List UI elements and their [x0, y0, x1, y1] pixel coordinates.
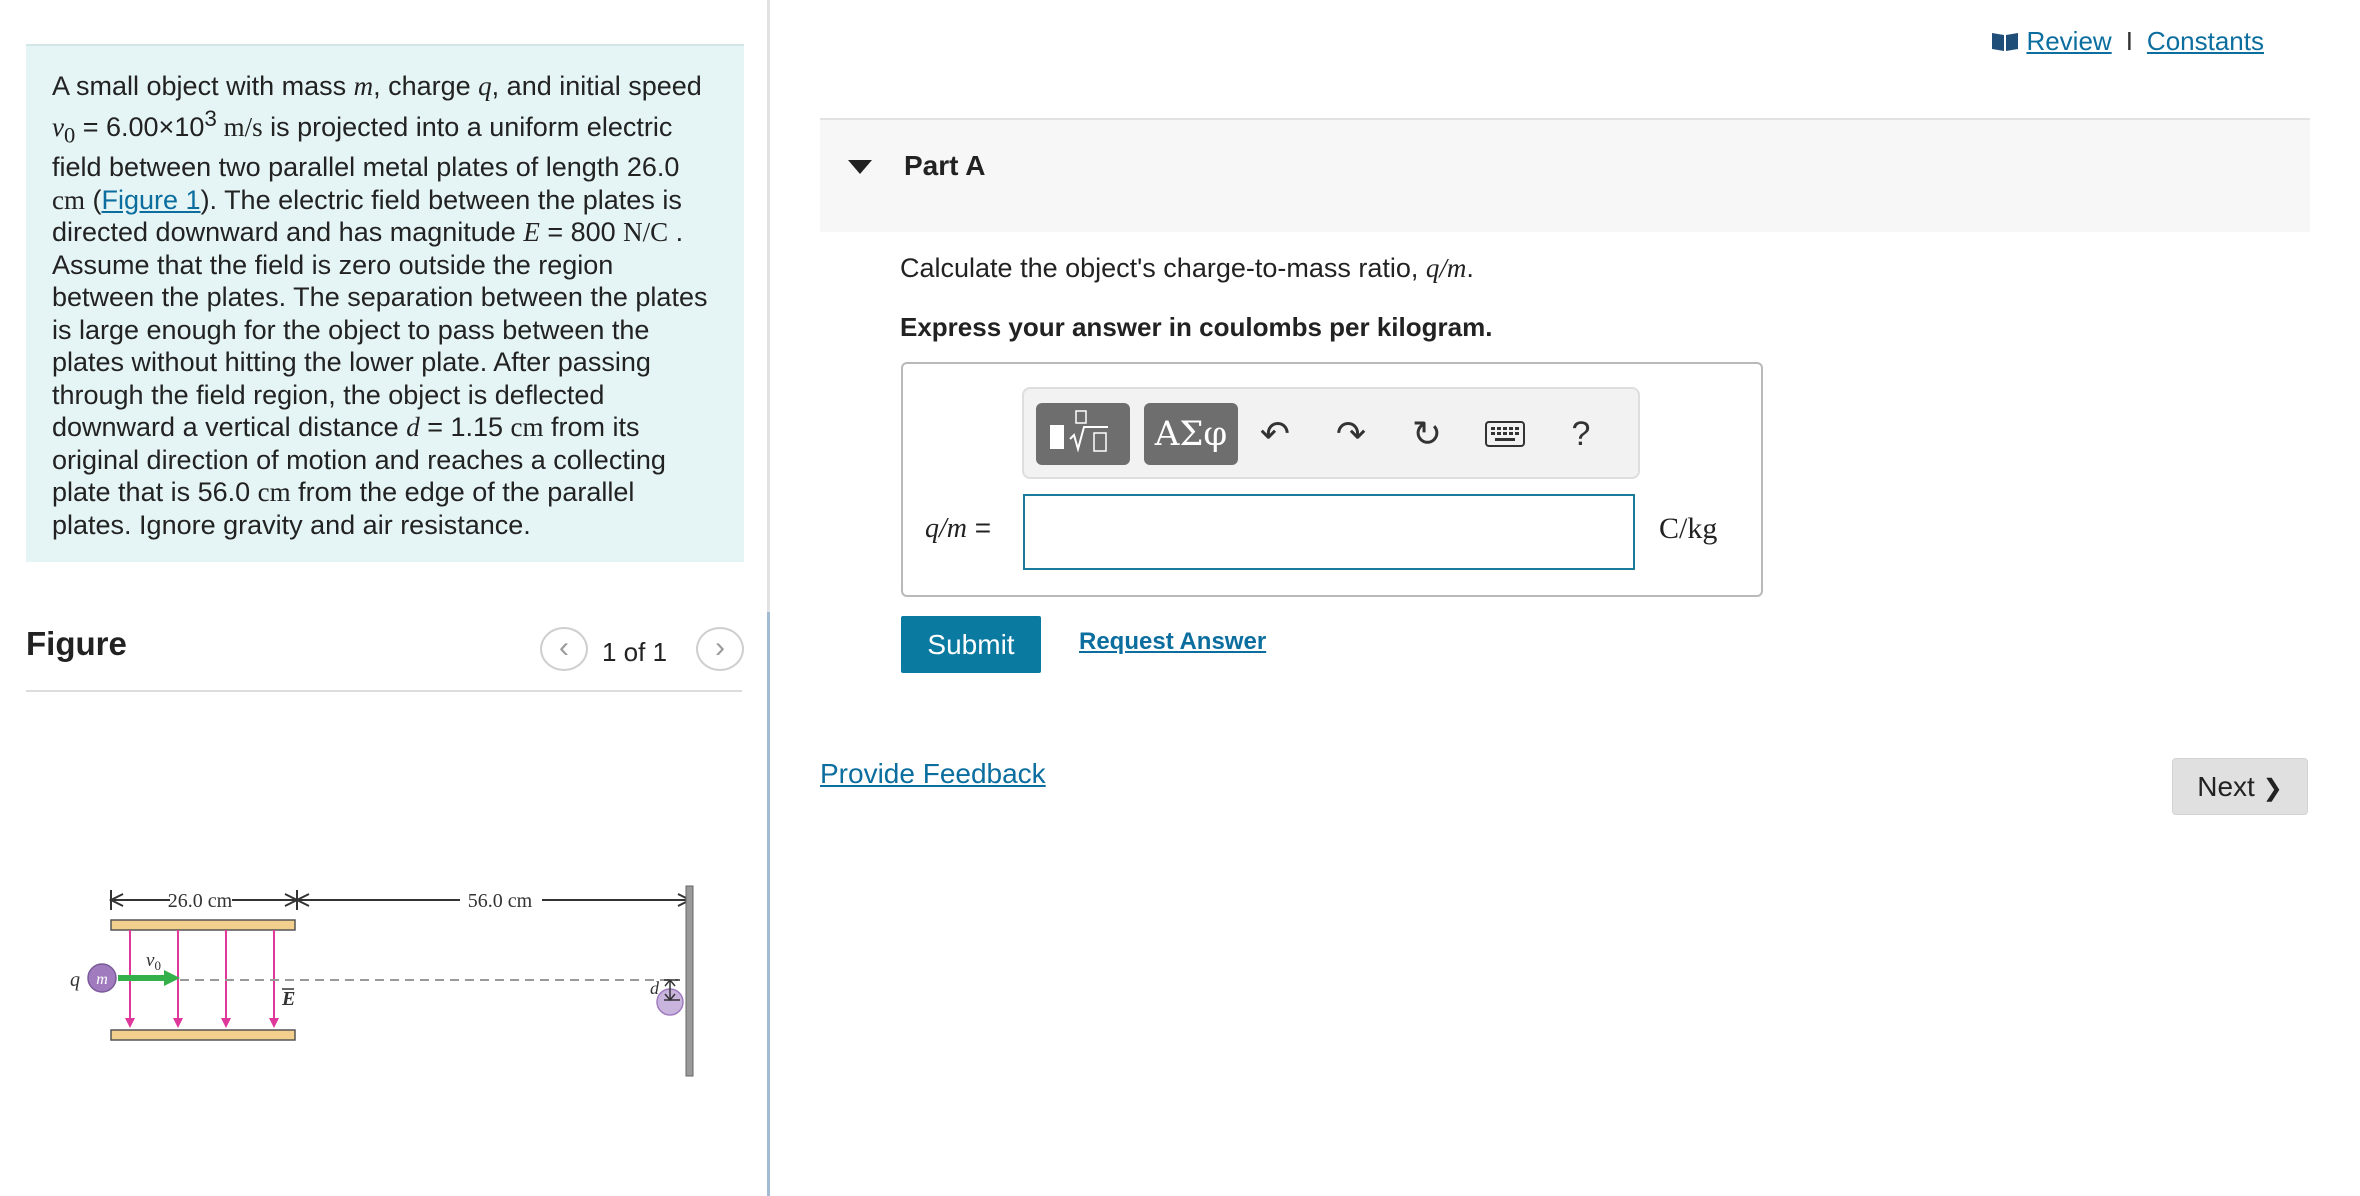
bottom-plate: [110, 1029, 296, 1041]
velocity-value: = 6.00×10: [75, 111, 205, 142]
field-unit: N/C: [623, 217, 669, 248]
question-end: .: [1466, 253, 1474, 283]
next-label: Next: [2197, 771, 2255, 802]
keyboard-icon[interactable]: [1480, 405, 1530, 463]
figure-header: Figure ‹ 1 of 1 ›: [26, 615, 744, 692]
answer-label: q/m =: [925, 512, 991, 545]
answer-unit: C/kg: [1659, 512, 1718, 545]
top-plate: [110, 919, 296, 931]
velocity-subscript: 0: [63, 121, 76, 147]
answer-label-math: q/m: [925, 513, 967, 544]
left-pane: A small object with mass m, charge q, an…: [0, 0, 770, 1196]
field-symbol: E: [523, 217, 540, 248]
velocity-symbol: v: [52, 111, 64, 142]
problem-text: A small object with mass: [52, 71, 354, 101]
distance-symbol: d: [406, 412, 420, 443]
field-label: E: [281, 988, 295, 1010]
chevron-right-icon: ❯: [2262, 775, 2283, 802]
problem-text: (: [85, 184, 102, 215]
unit-cm: cm: [510, 412, 544, 443]
request-answer-link[interactable]: Request Answer: [1079, 628, 1266, 656]
link-separator: I: [2125, 26, 2133, 56]
plate-length-label: 26.0 cm: [168, 890, 233, 912]
exponent: 3: [204, 105, 217, 131]
next-figure-button[interactable]: ›: [696, 627, 744, 671]
answer-box: ΑΣφ ↶ ↷ ↻ ? q/m = C/kg: [901, 362, 1763, 597]
question-math: q/m: [1425, 253, 1467, 283]
velocity-unit: m/s: [216, 111, 263, 142]
question-text: Calculate the object's charge-to-mass ra…: [900, 253, 1474, 284]
answer-label-equals: =: [967, 512, 992, 543]
part-header[interactable]: Part A: [820, 118, 2310, 232]
templates-icon: [1050, 410, 1108, 453]
provide-feedback-link[interactable]: Provide Feedback: [820, 758, 1046, 790]
unit-cm: cm: [257, 477, 291, 508]
review-link[interactable]: Review: [2026, 26, 2111, 56]
question-label: Calculate the object's charge-to-mass ra…: [900, 253, 1426, 283]
answer-input[interactable]: [1023, 494, 1635, 570]
collapse-caret-icon[interactable]: [848, 160, 872, 174]
field-value: = 800: [539, 217, 624, 248]
problem-text: . Assume that the field is zero outside …: [52, 217, 708, 443]
mass-label: m: [96, 971, 108, 988]
chevron-left-icon: ‹: [559, 631, 569, 664]
pane-divider-handle[interactable]: [767, 612, 770, 1196]
problem-text: , and initial speed: [491, 71, 702, 101]
figure-count: 1 of 1: [602, 637, 668, 667]
prev-figure-button[interactable]: ‹: [540, 627, 588, 671]
answer-instruction: Express your answer in coulombs per kilo…: [900, 312, 1493, 342]
collecting-plate: [685, 885, 694, 1077]
constants-link[interactable]: Constants: [2147, 26, 2264, 56]
submit-button[interactable]: Submit: [901, 616, 1041, 673]
chevron-right-icon: ›: [715, 631, 725, 664]
next-button[interactable]: Next ❯: [2172, 758, 2308, 815]
greek-symbols-button[interactable]: ΑΣφ: [1144, 403, 1238, 465]
undo-icon[interactable]: ↶: [1250, 405, 1300, 463]
figure-link[interactable]: Figure 1: [102, 185, 201, 215]
part-title: Part A: [904, 150, 986, 181]
top-links: Review I Constants: [1990, 26, 2264, 59]
book-icon: [1990, 28, 2020, 59]
charge-symbol: q: [478, 71, 492, 101]
unit-cm: cm: [52, 184, 85, 215]
distance-label: 56.0 cm: [468, 890, 533, 912]
problem-text: , charge: [373, 71, 479, 101]
velocity-label: v0: [146, 950, 161, 973]
distance-value: = 1.15: [419, 412, 511, 443]
figure-title: Figure: [26, 625, 127, 662]
math-toolbar: ΑΣφ ↶ ↷ ↻ ?: [1022, 387, 1640, 479]
redo-icon[interactable]: ↷: [1326, 405, 1376, 463]
reset-icon[interactable]: ↻: [1402, 405, 1452, 463]
problem-statement: A small object with mass m, charge q, an…: [26, 44, 744, 562]
templates-button[interactable]: [1036, 403, 1130, 465]
figure-diagram: 26.0 cm 56.0 cm E q m v0 d: [70, 885, 694, 1077]
help-icon[interactable]: ?: [1556, 405, 1606, 463]
charge-label: q: [70, 969, 80, 991]
deflection-label: d: [650, 978, 660, 998]
mass-symbol: m: [353, 71, 374, 101]
